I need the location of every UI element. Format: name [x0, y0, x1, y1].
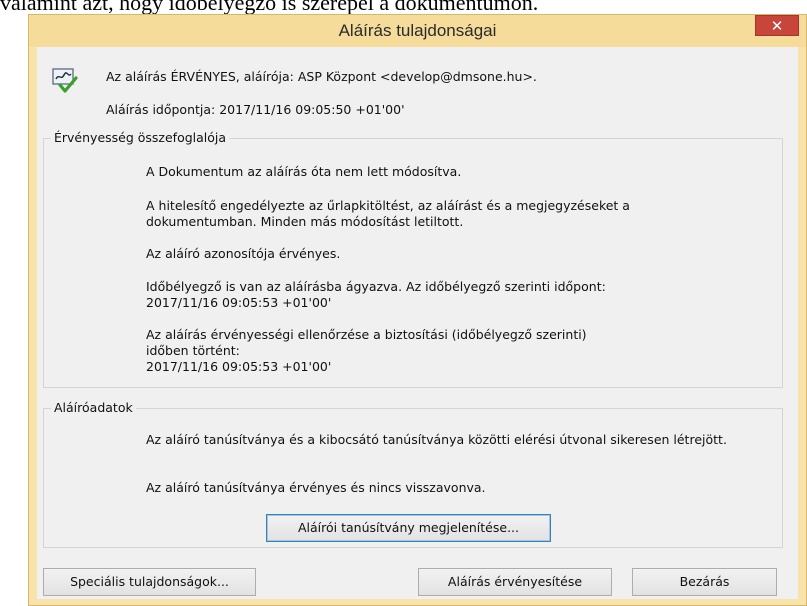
validity-item-timestamp: Időbélyegző is van az aláírásba ágyazva.… — [146, 279, 606, 310]
dialog-titlebar[interactable]: Aláírás tulajdonságai ✕ — [29, 15, 806, 47]
validity-item-verification-time: Az aláírás érvényességi ellenőrzése a bi… — [146, 327, 587, 374]
signature-time-text: Aláírás időpontja: 2017/11/16 09:05:50 +… — [106, 102, 405, 117]
validate-signature-button[interactable]: Aláírás érvényesítése — [418, 568, 612, 596]
validity-item-permissions: A hitelesítő engedélyezte az űrlapkitölt… — [146, 198, 630, 229]
close-button[interactable]: Bezárás — [632, 568, 777, 596]
signature-properties-dialog: Aláírás tulajdonságai ✕ Az aláírás ÉRVÉN… — [28, 14, 807, 606]
signer-item-cert-valid: Az aláíró tanúsítványa érvényes és nincs… — [146, 480, 486, 495]
show-signer-certificate-button[interactable]: Aláírói tanúsítvány megjelenítése... — [266, 514, 551, 542]
validity-summary-label: Érvényesség összefoglalója — [51, 130, 230, 145]
special-properties-button[interactable]: Speciális tulajdonságok... — [43, 568, 256, 596]
signature-status-text: Az aláírás ÉRVÉNYES, aláírója: ASP Közpo… — [106, 69, 537, 84]
validity-item-unmodified: A Dokumentum az aláírás óta nem lett mód… — [146, 164, 462, 179]
validity-item-identity: Az aláíró azonosítója érvényes. — [146, 246, 341, 261]
signature-check-icon — [52, 68, 78, 93]
dialog-body: Az aláírás ÉRVÉNYES, aláírója: ASP Közpo… — [37, 47, 798, 599]
signer-item-cert-path: Az aláíró tanúsítványa és a kibocsátó ta… — [146, 432, 727, 447]
close-icon[interactable]: ✕ — [755, 15, 799, 36]
signer-details-label: Aláíróadatok — [51, 400, 136, 415]
dialog-title: Aláírás tulajdonságai — [338, 21, 497, 40]
